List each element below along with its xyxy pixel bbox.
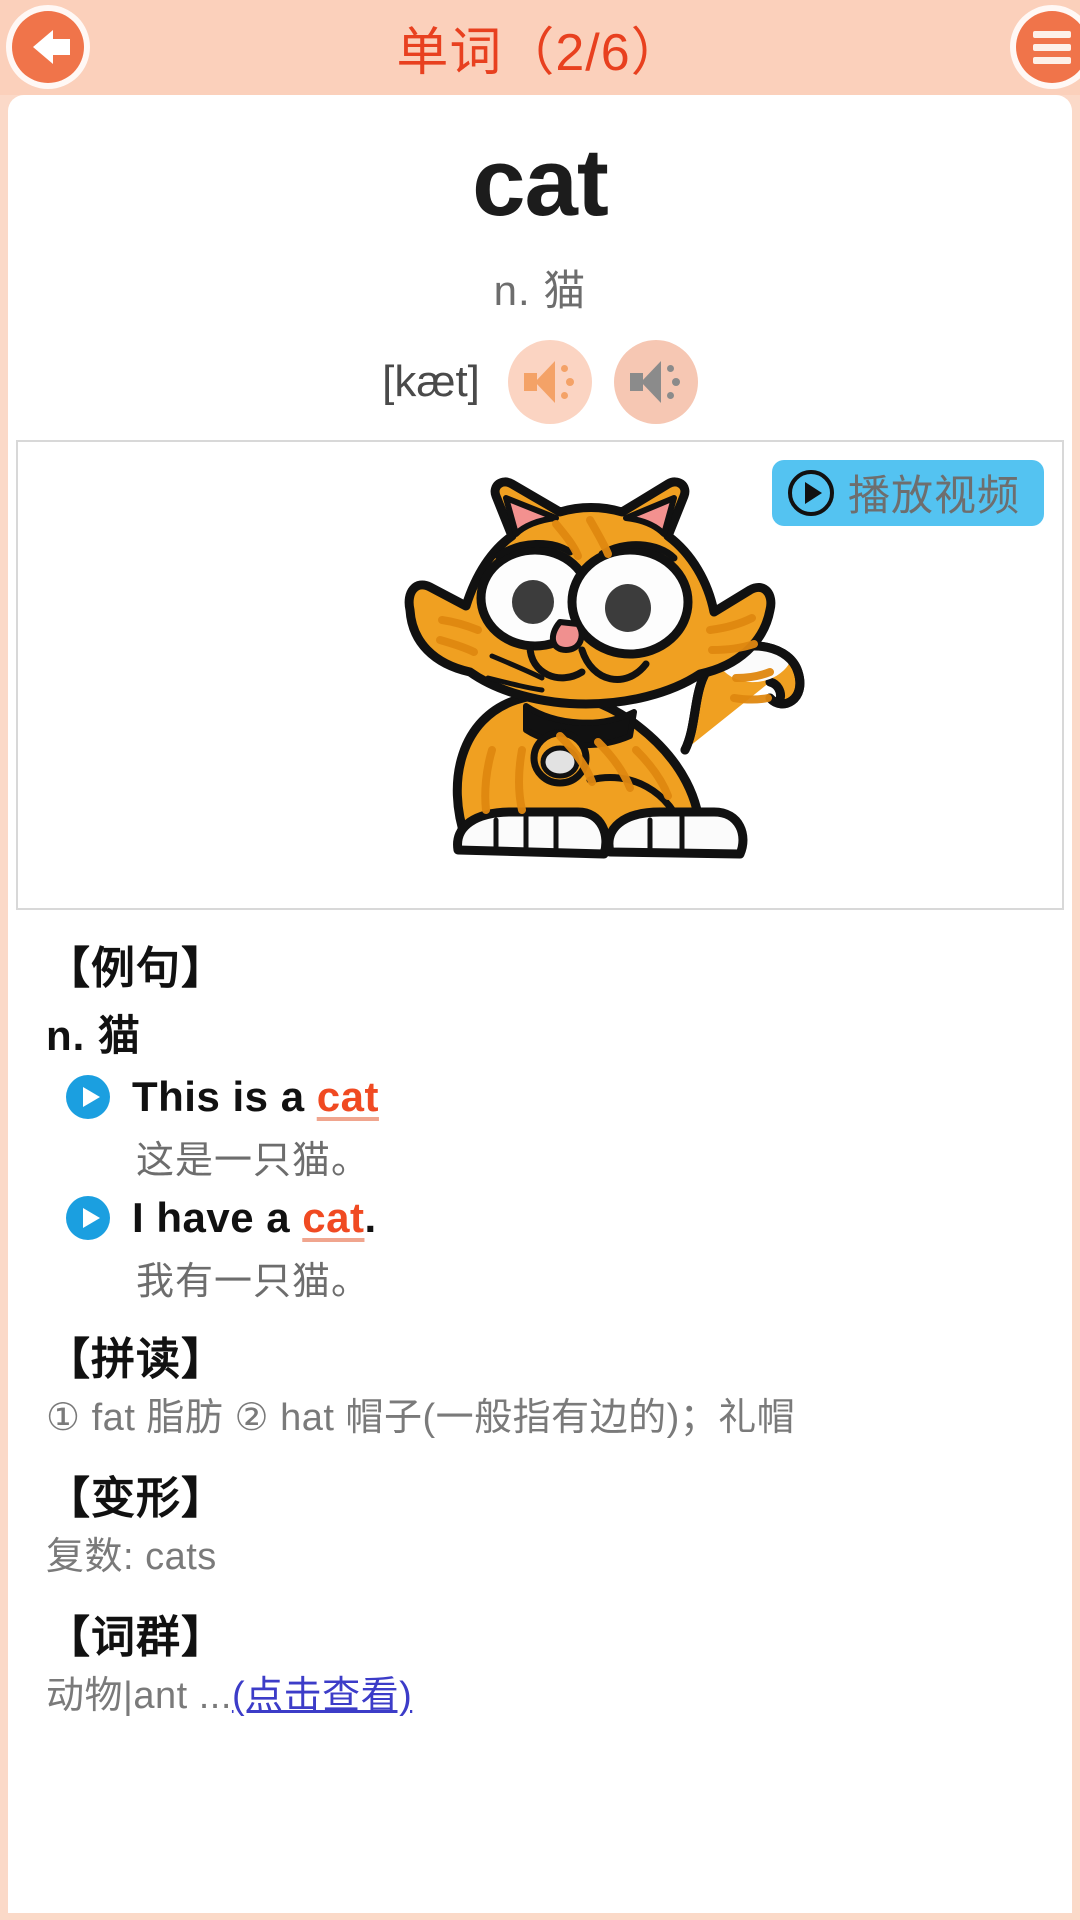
- speaker-button-us[interactable]: [507, 339, 592, 424]
- word-group-section-title: 【词群】: [46, 1613, 226, 1663]
- app-header: 单词（2/6）: [0, 0, 1080, 95]
- example-sentence-row: I have a cat.: [64, 1194, 1034, 1242]
- speaker-button-uk[interactable]: [613, 339, 698, 424]
- cat-illustration: [230, 450, 850, 900]
- word-group-content: 动物|ant ...: [46, 1675, 232, 1718]
- examples-section-title: 【例句】: [46, 943, 226, 993]
- menu-button[interactable]: [1016, 11, 1080, 83]
- example-sentence-prefix: I have a: [132, 1193, 303, 1241]
- example-sentence-highlight: cat: [302, 1193, 365, 1241]
- speaker-icon: [523, 360, 576, 403]
- spelling-section-title: 【拼读】: [46, 1334, 226, 1384]
- examples-pos-label: n. 猫: [46, 1011, 141, 1059]
- phonetic-text: [kæt]: [382, 356, 480, 406]
- play-video-label: 播放视频: [847, 472, 1020, 520]
- forms-content: 复数: cats: [46, 1535, 217, 1578]
- example-sentence-highlight: cat: [316, 1072, 379, 1120]
- word-card: cat n. 猫 [kæt] 播放视频 【例句】 n. 猫 This is a …: [8, 95, 1072, 1913]
- speaker-icon: [629, 360, 682, 403]
- page-title: 单词（2/6）: [396, 24, 684, 82]
- play-icon[interactable]: [64, 1073, 112, 1121]
- phonetic-row: [kæt]: [8, 339, 1072, 440]
- word-text: cat: [472, 129, 609, 236]
- example-sentence-en: I have a cat.: [132, 1194, 377, 1242]
- back-arrow-icon: [33, 30, 70, 64]
- word-header-block: cat n. 猫 [kæt]: [8, 95, 1072, 440]
- example-sentence-en: This is a cat: [132, 1073, 379, 1121]
- app-root: 单词（2/6） cat n. 猫 [kæt] 播放视频 【例句】 n. 猫 Th…: [0, 0, 1080, 1920]
- forms-section-title: 【变形】: [46, 1473, 226, 1523]
- word-details: 【例句】 n. 猫 This is a cat 这是一只猫。 I have a …: [8, 910, 1072, 1723]
- example-sentence-row: This is a cat: [64, 1073, 1034, 1121]
- spelling-content: ① fat 脂肪 ② hat 帽子(一般指有边的)；礼帽: [46, 1396, 796, 1439]
- example-sentence-cn: 我有一只猫。: [136, 1260, 371, 1303]
- hamburger-menu-icon: [1033, 25, 1071, 70]
- example-sentence-prefix: This is a: [132, 1072, 317, 1120]
- example-sentence-suffix: .: [364, 1193, 377, 1241]
- word-group-row: 动物|ant ...(点击查看): [46, 1671, 1034, 1722]
- back-button[interactable]: [12, 11, 84, 83]
- example-sentence-cn: 这是一只猫。: [136, 1139, 371, 1182]
- illustration-panel: 播放视频: [16, 439, 1064, 910]
- play-icon[interactable]: [64, 1194, 112, 1242]
- word-part-of-speech: n. 猫: [493, 266, 587, 314]
- play-circle-icon: [787, 469, 834, 516]
- word-group-view-link[interactable]: (点击查看): [232, 1675, 412, 1717]
- play-video-button[interactable]: 播放视频: [771, 459, 1044, 526]
